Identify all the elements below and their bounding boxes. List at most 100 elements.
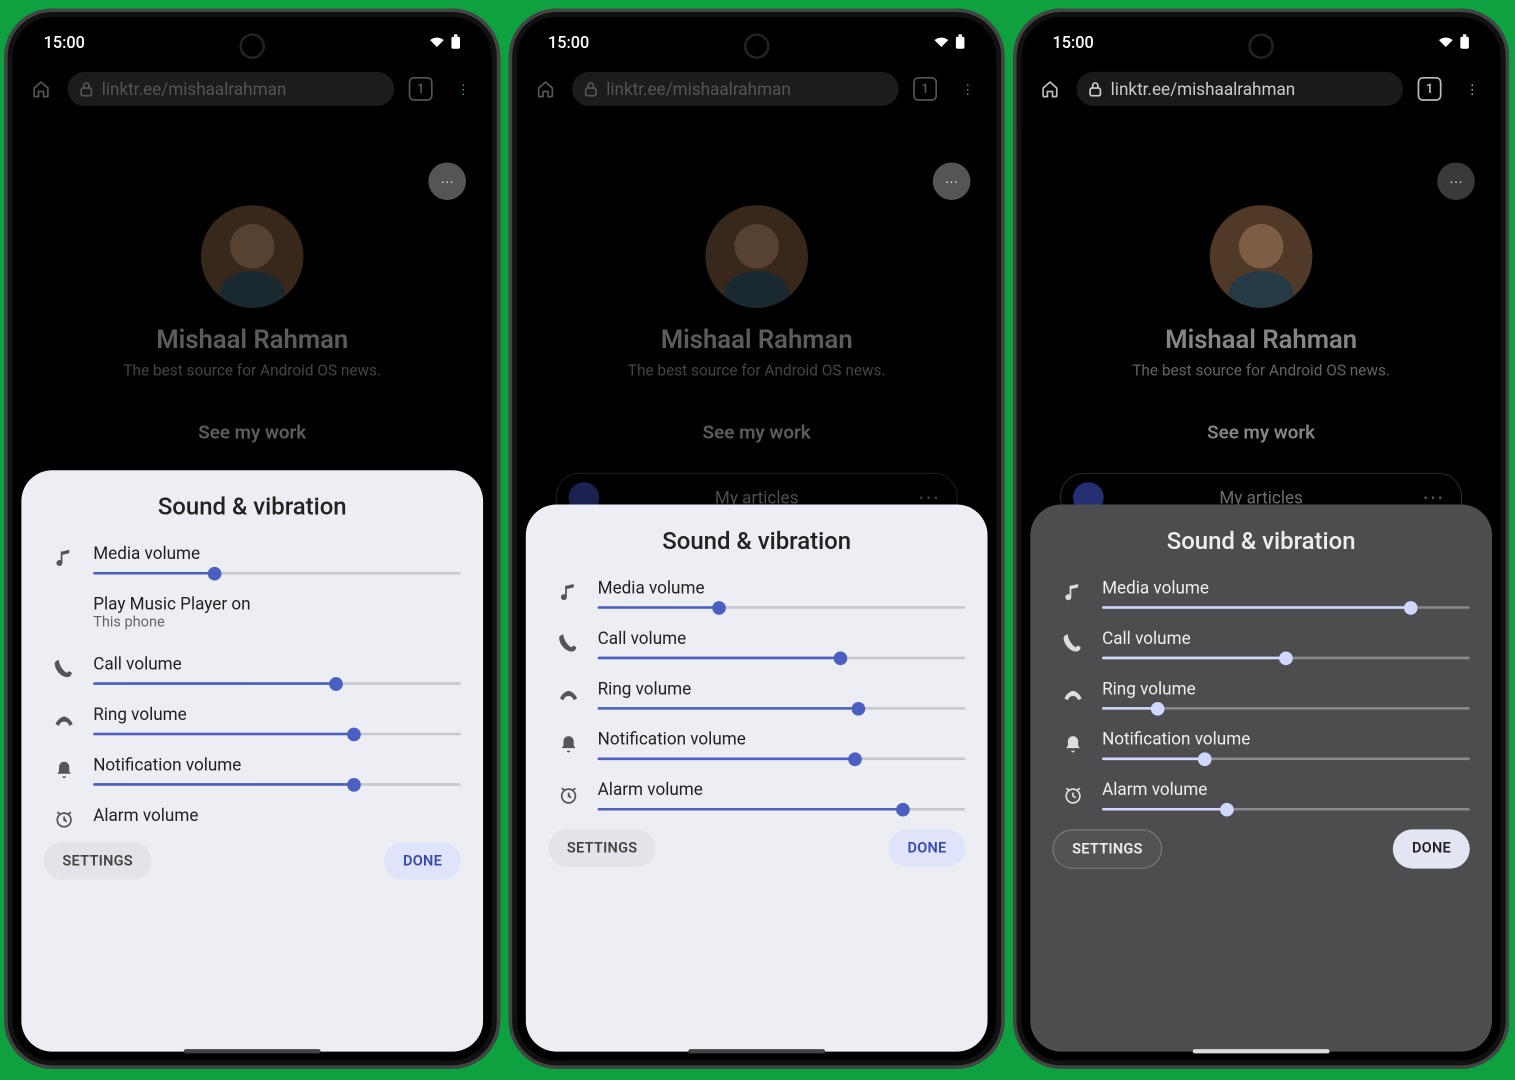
panel-title: Sound & vibration [1053,527,1470,555]
settings-button[interactable]: SETTINGS [548,829,656,867]
tabs-button[interactable]: 1 [909,73,941,105]
alarm-volume-slider[interactable] [1102,808,1470,811]
ring-volume-row: Ring volume [1053,678,1470,710]
done-button[interactable]: DONE [889,829,966,867]
camera-hole [1251,36,1272,57]
lock-icon [80,81,94,96]
alarm-icon [44,809,85,830]
call-volume-slider[interactable] [93,682,461,685]
home-indicator[interactable] [688,1049,825,1053]
call-volume-row: Call volume [1053,628,1470,660]
browser-toolbar: linktr.ee/mishaalrahman 1 ⋮ [1022,65,1501,113]
url-bar[interactable]: linktr.ee/mishaalrahman [1076,72,1403,106]
home-indicator[interactable] [184,1049,321,1053]
panel-actions: SETTINGS DONE [44,842,461,880]
device-frame: Mishaal Rahman The best source for Andro… [1013,9,1509,1069]
alarm-volume-row: Alarm volume [44,805,461,834]
url-bar[interactable]: linktr.ee/mishaalrahman [572,72,899,106]
screen: Mishaal Rahman The best source for Andro… [1022,17,1501,1060]
page-menu-button[interactable]: ⋯ [1437,162,1475,200]
music-note-icon [1053,583,1094,604]
browser-toolbar: linktr.ee/mishaalrahman 1 ⋮ [517,65,996,113]
ring-volume-row: Ring volume [548,678,965,710]
bell-icon [44,760,85,781]
notification-volume-row: Notification volume [548,728,965,760]
clock: 15:00 [548,32,589,52]
music-note-icon [548,583,589,604]
tabs-button[interactable]: 1 [404,73,436,105]
home-icon[interactable] [529,73,561,105]
ring-icon [44,710,85,729]
battery-icon [955,34,965,49]
notification-volume-slider[interactable] [598,758,966,761]
wifi-icon [428,35,445,49]
music-note-icon [44,548,85,569]
media-volume-slider[interactable] [598,606,966,609]
tab-count: 1 [409,77,433,101]
screen: Mishaal Rahman The best source for Andro… [13,17,492,1060]
camera-hole [746,36,767,57]
phone-right: Mishaal Rahman The best source for Andro… [1009,0,1513,923]
media-volume-label: Media volume [93,543,461,564]
home-icon[interactable] [1034,73,1066,105]
screen: Mishaal Rahman The best source for Andro… [517,17,996,1060]
ring-volume-slider[interactable] [598,707,966,710]
tabs-button[interactable]: 1 [1413,73,1445,105]
url-text: linktr.ee/mishaalrahman [1111,79,1296,100]
wifi-icon [1437,35,1454,49]
media-volume-slider[interactable] [93,572,461,575]
call-volume-label: Call volume [598,628,966,649]
alarm-icon [548,784,589,805]
device-frame: Mishaal Rahman The best source for Andro… [509,9,1005,1069]
call-volume-slider[interactable] [598,657,966,660]
done-button[interactable]: DONE [384,842,461,880]
ring-icon [548,684,589,703]
camera-hole [242,36,263,57]
notification-volume-slider[interactable] [93,783,461,786]
volume-panel: Sound & vibration Media volume Call volu… [1030,504,1492,1051]
media-volume-slider[interactable] [1102,606,1470,609]
overflow-menu-icon[interactable]: ⋮ [1456,73,1488,105]
ring-volume-slider[interactable] [93,733,461,736]
notification-volume-row: Notification volume [1053,728,1470,760]
battery-icon [451,34,461,49]
ring-volume-label: Ring volume [598,678,966,699]
overflow-menu-icon[interactable]: ⋮ [952,73,984,105]
media-volume-label: Media volume [598,577,966,598]
alarm-icon [1053,784,1094,805]
overflow-menu-icon[interactable]: ⋮ [447,73,479,105]
call-volume-row: Call volume [44,653,461,685]
device-frame: Mishaal Rahman The best source for Andro… [4,9,500,1069]
cast-target-value: This phone [93,614,461,631]
clock: 15:00 [1053,32,1094,52]
media-volume-row: Media volume [44,543,461,575]
settings-button[interactable]: SETTINGS [44,842,152,880]
call-volume-label: Call volume [93,653,461,674]
call-volume-slider[interactable] [1102,657,1470,660]
volume-panel: Sound & vibration Media volume Play Musi… [21,470,483,1051]
clock: 15:00 [44,32,85,52]
bell-icon [1053,734,1094,755]
ring-volume-slider[interactable] [1102,707,1470,710]
lock-icon [1088,81,1102,96]
battery-icon [1459,34,1469,49]
phone-icon [1053,633,1094,654]
page-menu-button[interactable]: ⋯ [428,162,466,200]
cast-target-row[interactable]: Play Music Player on This phone [93,593,461,631]
alarm-volume-slider[interactable] [598,808,966,811]
browser-toolbar: linktr.ee/mishaalrahman 1 ⋮ [13,65,492,113]
phone-middle: Mishaal Rahman The best source for Andro… [504,0,1008,923]
home-indicator[interactable] [1193,1049,1330,1053]
call-volume-row: Call volume [548,628,965,660]
home-icon[interactable] [25,73,57,105]
panel-actions: SETTINGS DONE [1053,829,1470,868]
settings-button[interactable]: SETTINGS [1053,829,1163,868]
done-button[interactable]: DONE [1393,829,1470,868]
ring-icon [1053,684,1094,703]
page-menu-button[interactable]: ⋯ [933,162,971,200]
media-volume-row: Media volume [1053,577,1470,609]
notification-volume-slider[interactable] [1102,758,1470,761]
url-bar[interactable]: linktr.ee/mishaalrahman [68,72,395,106]
url-text: linktr.ee/mishaalrahman [606,79,791,100]
ring-volume-row: Ring volume [44,704,461,736]
